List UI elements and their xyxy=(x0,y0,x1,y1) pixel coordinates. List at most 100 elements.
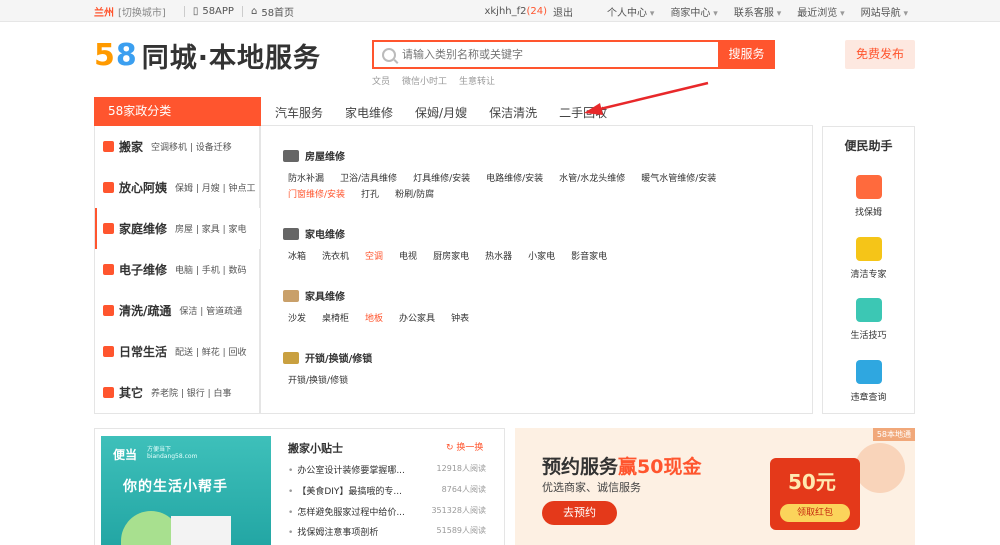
menu-item-home-repair[interactable]: 家庭维修 房屋 | 家具 | 家电 xyxy=(95,208,260,249)
truck-icon xyxy=(103,141,114,152)
coupon-button: 领取红包 xyxy=(780,504,850,522)
broom-icon xyxy=(855,237,882,261)
search-input[interactable] xyxy=(402,48,702,61)
tips-title: 搬家小贴士 xyxy=(288,442,343,455)
recent-browse-menu[interactable]: 最近浏览 xyxy=(797,4,844,19)
promo-brand: 便当 xyxy=(113,448,138,462)
tab-recycling[interactable]: 二手回收 xyxy=(559,104,607,121)
subcategory-link[interactable]: 水管/水龙头维修 xyxy=(559,171,625,187)
subcategory-link[interactable]: 门窗维修/安装 xyxy=(288,187,345,203)
menu-item-title: 电子维修 xyxy=(119,263,168,277)
subcategory-link[interactable]: 打孔 xyxy=(361,187,379,203)
subcategory-link[interactable]: 办公家具 xyxy=(399,311,435,327)
menu-item-electronics-repair[interactable]: 电子维修 电脑 | 手机 | 数码 xyxy=(95,249,260,290)
promo-brand-sub2: biandang58.com xyxy=(147,453,198,460)
logout-link[interactable]: 退出 xyxy=(553,4,573,19)
helper-violation-query[interactable]: 违章查询 xyxy=(823,360,914,403)
merchant-center-menu[interactable]: 商家中心 xyxy=(670,4,717,19)
subcategory-link[interactable]: 洗衣机 xyxy=(322,249,349,265)
search-button[interactable]: 搜服务 xyxy=(718,40,775,69)
search-box xyxy=(372,40,718,69)
group-appliance-repair: 家电维修 冰箱 洗衣机 空调 电视 厨房家电 热水器 小家电 影音家电 xyxy=(283,226,753,265)
subcategory-link[interactable]: 沙发 xyxy=(288,311,306,327)
username-link[interactable]: xkjhh_f2(24) xyxy=(484,6,547,17)
subcategory-link[interactable]: 灯具维修/安装 xyxy=(413,171,470,187)
hot-keyword[interactable]: 微信小时工 xyxy=(402,74,447,87)
subcategory-link[interactable]: 地板 xyxy=(365,311,383,327)
tip-item[interactable]: 怎样避免服家过程中给价... 351328人阅读 xyxy=(288,505,486,518)
helper-cleaning-expert[interactable]: 清洁专家 xyxy=(823,237,914,280)
menu-item-daily-life[interactable]: 日常生活 配送 | 鲜花 | 回收 xyxy=(95,331,260,372)
free-publish-button[interactable]: 免费发布 xyxy=(845,40,915,69)
subcategory-link[interactable]: 电路维修/安装 xyxy=(486,171,543,187)
menu-item-title: 搬家 xyxy=(119,140,144,154)
divider xyxy=(241,6,243,17)
contact-service-menu[interactable]: 联系客服 xyxy=(734,4,781,19)
helper-life-tips[interactable]: 生活技巧 xyxy=(823,298,914,341)
tip-views: 12918人阅读 xyxy=(436,464,486,473)
logo-digit-5: 5 xyxy=(94,38,116,73)
subcategory-link[interactable]: 粉刷/防腐 xyxy=(395,187,434,203)
menu-item-sub: 电脑 | 手机 | 数码 xyxy=(175,266,247,276)
subcategory-link[interactable]: 桌椅柜 xyxy=(322,311,349,327)
menu-item-sub: 房屋 | 家具 | 家电 xyxy=(175,225,247,235)
tip-text: 怎样避免服家过程中给价... xyxy=(297,508,405,518)
tip-item[interactable]: 找保姆注意事项剖析 51589人阅读 xyxy=(288,525,486,538)
refresh-label: 换一换 xyxy=(456,443,484,453)
box-decoration xyxy=(171,516,231,545)
group-title: 家电维修 xyxy=(305,230,345,241)
tip-views: 8764人阅读 xyxy=(441,485,486,494)
subcategory-link[interactable]: 防水补漏 xyxy=(288,171,324,187)
hot-keyword[interactable]: 生意转让 xyxy=(459,74,495,87)
device-icon xyxy=(103,264,114,275)
coupon-graphic: 50元 领取红包 xyxy=(770,458,860,530)
subcategory-link[interactable]: 厨房家电 xyxy=(433,249,469,265)
refresh-button[interactable]: ↻ 换一换 xyxy=(446,440,483,453)
subcategory-link[interactable]: 暖气水管维修/安装 xyxy=(641,171,716,187)
subcategory-link[interactable]: 影音家电 xyxy=(571,249,607,265)
menu-item-housekeeper[interactable]: 放心阿姨 保姆 | 月嫂 | 钟点工 xyxy=(95,167,260,208)
menu-item-title: 日常生活 xyxy=(119,345,168,359)
site-nav-menu[interactable]: 网站导航 xyxy=(861,4,908,19)
phone-icon: ▯ xyxy=(192,6,199,17)
subcategory-link[interactable]: 开锁/换锁/修锁 xyxy=(288,373,348,389)
subcategory-link[interactable]: 热水器 xyxy=(485,249,512,265)
tab-appliance-repair[interactable]: 家电维修 xyxy=(345,104,393,121)
subcategory-link[interactable]: 电视 xyxy=(399,249,417,265)
subcategory-link[interactable]: 钟表 xyxy=(451,311,469,327)
menu-item-other[interactable]: 其它 养老院 | 银行 | 白事 xyxy=(95,372,260,413)
helper-label: 生活技巧 xyxy=(850,331,887,341)
hot-keyword[interactable]: 文员 xyxy=(372,74,390,87)
site-logo[interactable]: 5 8 同城·本地服务 xyxy=(94,36,321,75)
appointment-banner[interactable]: 58本地通 预约服务赢50现金 优选商家、诚信服务 去预约 50元 领取红包 xyxy=(515,428,915,545)
banner-tag: 58本地通 xyxy=(872,428,915,441)
switch-city-link[interactable]: [切换城市] xyxy=(118,4,166,19)
appointment-button[interactable]: 去预约 xyxy=(542,501,617,525)
tip-item[interactable]: 【美食DIY】最搞哦的专... 8764人阅读 xyxy=(288,484,486,497)
tip-text: 【美食DIY】最搞哦的专... xyxy=(297,487,402,497)
gift-icon xyxy=(103,346,114,357)
logo-text: 同城·本地服务 xyxy=(141,43,322,74)
menu-item-cleaning[interactable]: 清洗/疏通 保洁 | 管道疏通 xyxy=(95,290,260,331)
tip-item[interactable]: 办公室设计装修要掌握哪... 12918人阅读 xyxy=(288,463,486,476)
tab-cleaning[interactable]: 保洁清洗 xyxy=(489,104,537,121)
menu-item-sub: 保洁 | 管道疏通 xyxy=(179,307,243,317)
subcategory-link[interactable]: 空调 xyxy=(365,249,383,265)
subcategory-link[interactable]: 冰箱 xyxy=(288,249,306,265)
personal-center-menu[interactable]: 个人中心 xyxy=(607,4,654,19)
menu-item-sub: 空调移机 | 设备迁移 xyxy=(151,143,232,153)
menu-item-moving[interactable]: 搬家 空调移机 | 设备迁移 xyxy=(95,126,260,167)
subcategory-link[interactable]: 小家电 xyxy=(528,249,555,265)
banner-subtitle: 优选商家、诚信服务 xyxy=(542,481,641,494)
helper-find-nanny[interactable]: 找保姆 xyxy=(823,175,914,218)
current-city: 兰州 xyxy=(94,8,114,19)
home-link[interactable]: 58首页 xyxy=(261,4,294,19)
tab-nanny[interactable]: 保姆/月嫂 xyxy=(415,104,467,121)
tab-car-service[interactable]: 汽车服务 xyxy=(275,104,323,121)
app-link[interactable]: 58APP xyxy=(202,6,234,17)
divider xyxy=(183,6,185,17)
promo-image[interactable]: 便当 方便当下 biandang58.com 你的生活小帮手 xyxy=(101,436,271,545)
subcategory-link[interactable]: 卫浴/洁具维修 xyxy=(340,171,397,187)
banner-title-pre: 预约服务 xyxy=(542,456,619,478)
group-furniture-repair: 家具维修 沙发 桌椅柜 地板 办公家具 钟表 xyxy=(283,288,753,327)
